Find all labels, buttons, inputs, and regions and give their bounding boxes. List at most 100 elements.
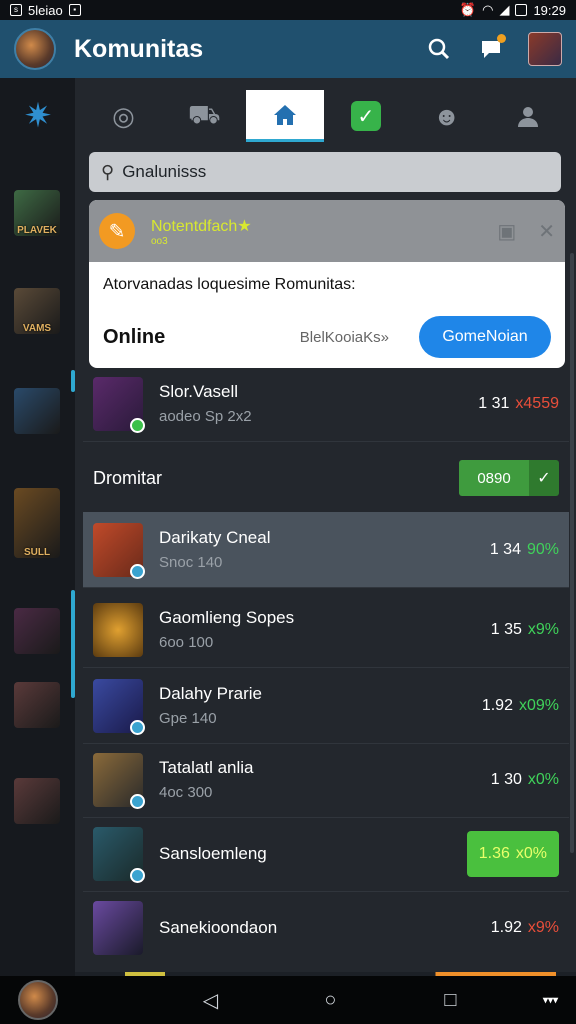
section-action[interactable]: 0890 ✓: [459, 460, 559, 496]
search-icon: [428, 38, 450, 60]
game-thumbnail: [93, 376, 145, 433]
pencil-icon: ✎: [99, 213, 135, 249]
alarm-icon: ⏰: [459, 2, 477, 17]
list-item[interactable]: Dalahy Prarie Gpe 140 1.92 x09%: [83, 668, 569, 744]
signal-icon: ◢: [499, 2, 510, 17]
list-item[interactable]: Gaomlieng Sopes 6oo 100 1 35 x9%: [83, 592, 569, 668]
score-value: 1 35: [490, 620, 522, 638]
score-percent: x9%: [527, 919, 559, 936]
game-thumbnail: [93, 752, 145, 809]
status-badge: [130, 417, 145, 433]
item-name: Sanekioondaon: [159, 918, 278, 937]
tab-game[interactable]: ☻: [408, 90, 486, 142]
tab-target[interactable]: ◎: [84, 90, 162, 142]
score-value: 1 31: [478, 394, 510, 412]
recents-button[interactable]: □: [438, 988, 462, 1012]
scrollbar[interactable]: [570, 253, 574, 853]
tab-shop[interactable]: ⛟: [165, 90, 243, 142]
section-header: Dromitar 0890 ✓: [83, 458, 569, 498]
tab-bar: ◎ ⛟ ✓ ☻: [75, 90, 576, 142]
main-panel: ◎ ⛟ ✓ ☻ ⚲ Gnalunisss ✎ Notentdfach★ oo3 …: [75, 78, 576, 976]
search-input[interactable]: ⚲ Gnalunisss: [89, 152, 561, 192]
back-button[interactable]: ◁: [198, 988, 222, 1012]
item-name: Tatalatl anlia: [159, 758, 254, 777]
check-icon: ✓: [350, 101, 381, 131]
online-label: Online: [103, 325, 166, 348]
item-name: Gaomlieng Sopes: [159, 608, 295, 627]
minimize-icon[interactable]: ▣: [497, 219, 516, 244]
list-item[interactable]: Tatalatl anlia 4oc 300 1 30 x0%: [83, 742, 569, 818]
check-icon[interactable]: ✓: [529, 460, 559, 496]
item-subtitle: 6oo 100: [159, 634, 214, 651]
score-percent: x4559: [515, 394, 559, 412]
score-percent: x09%: [518, 696, 559, 714]
list-item[interactable]: Darikaty Cneal Snoc 140 1 34 90%: [83, 512, 569, 588]
sidebar-item-5[interactable]: [14, 682, 60, 728]
carrier-label: 5leiao: [28, 2, 63, 18]
tab-home[interactable]: [246, 90, 325, 142]
sidebar-item-label: SULL: [23, 547, 51, 558]
score-value: 1 34: [489, 540, 521, 558]
profile-icon: [517, 107, 538, 127]
score-value: 1.36: [478, 844, 510, 862]
battery-icon: [515, 4, 528, 16]
score-percent: x0%: [515, 844, 547, 862]
popup-action-button[interactable]: GomeNoian: [419, 316, 551, 358]
sidebar-item-4[interactable]: [14, 608, 60, 654]
list-item[interactable]: Sansloemleng 1.36 x0%: [83, 816, 569, 892]
game-thumbnail: [93, 522, 145, 579]
status-badge: [130, 793, 145, 809]
popup-hint: BlelKooiaKs»: [299, 328, 389, 346]
chat-notification-dot: [497, 34, 506, 43]
popup-message: Atorvanadas loquesime Romunitas:: [103, 276, 356, 293]
popup-header: ✎ Notentdfach★ oo3 ▣ ✕: [89, 200, 565, 262]
sidebar-item-3[interactable]: SULL: [14, 488, 60, 558]
item-score: 1 34 90%: [490, 541, 559, 559]
score-value: 1 30: [490, 770, 522, 788]
search-icon: ⚲: [101, 161, 115, 182]
status-badge: [130, 719, 145, 735]
status-badge: [130, 867, 145, 883]
score-value: 1.92: [490, 919, 522, 936]
item-score: 1.92 x9%: [491, 919, 559, 937]
back-icon: ◁: [202, 989, 219, 1012]
item-subtitle: aodeo Sp 2x2: [159, 408, 252, 425]
item-score: 1.92 x09%: [482, 697, 559, 715]
more-button[interactable]: ▾▾▾: [543, 995, 558, 1006]
home-button[interactable]: ○: [318, 988, 342, 1012]
tab-verified[interactable]: ✓: [327, 90, 405, 142]
game-thumbnail: [93, 678, 145, 735]
system-nav-bar: ◁ ○ □ ▾▾▾: [0, 976, 576, 1024]
sidebar-item-0[interactable]: PLAVEK: [14, 190, 60, 236]
tab-profile[interactable]: [489, 90, 567, 142]
close-icon[interactable]: ✕: [538, 219, 555, 244]
status-bar: s 5leiao ▪ ⏰ ◠ ◢ 19:29: [0, 0, 576, 20]
home-circle-icon: ○: [324, 988, 337, 1011]
nav-avatar[interactable]: [18, 980, 58, 1020]
game-thumbnail: [93, 826, 145, 883]
item-name: Dalahy Prarie: [159, 684, 262, 703]
list-item[interactable]: Slor.Vasell aodeo Sp 2x2 1 31 x4559: [83, 366, 569, 442]
notification-icon: s: [10, 4, 22, 16]
item-score: 1 35 x9%: [491, 621, 559, 639]
sidebar-item-6[interactable]: [14, 778, 60, 824]
chat-button[interactable]: [476, 34, 506, 64]
user-avatar[interactable]: [14, 28, 56, 70]
item-subtitle: 4oc 300: [159, 784, 213, 801]
profile-avatar[interactable]: [528, 32, 562, 66]
score-value: 1.92: [481, 696, 513, 714]
app-bar: Komunitas: [0, 20, 576, 78]
game-thumbnail: [93, 901, 143, 955]
section-button[interactable]: 0890: [459, 460, 529, 496]
item-subtitle: Snoc 140: [159, 554, 223, 571]
target-icon: ◎: [112, 100, 135, 131]
item-score: 1 30 x0%: [491, 771, 559, 789]
list-item[interactable]: Sanekioondaon 1.92 x9%: [83, 890, 569, 966]
score-percent: x9%: [527, 620, 559, 638]
sidebar-item-1[interactable]: VAMS: [14, 288, 60, 334]
search-button[interactable]: [424, 34, 454, 64]
sidebar-item-label: PLAVEK: [17, 225, 57, 236]
sidebar-item-2[interactable]: [14, 388, 60, 434]
section-label: Dromitar: [93, 467, 163, 488]
score-percent: 90%: [526, 540, 559, 558]
